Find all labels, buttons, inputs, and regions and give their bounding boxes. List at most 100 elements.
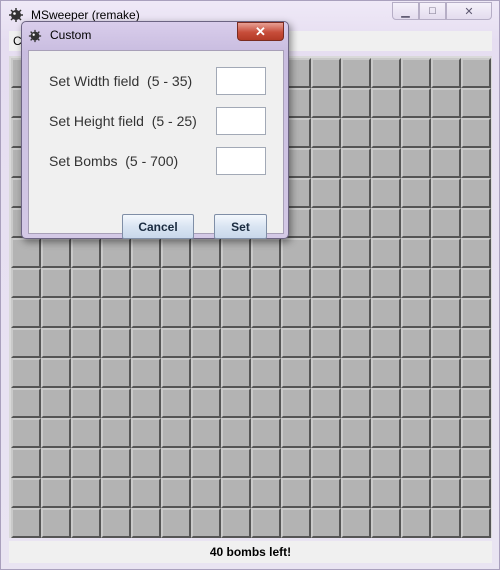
bombs-input[interactable] xyxy=(216,147,266,175)
minefield-cell[interactable] xyxy=(11,388,41,418)
minefield-cell[interactable] xyxy=(341,178,371,208)
minefield-cell[interactable] xyxy=(311,478,341,508)
minefield-cell[interactable] xyxy=(191,268,221,298)
minefield-cell[interactable] xyxy=(251,238,281,268)
minefield-cell[interactable] xyxy=(371,418,401,448)
minefield-cell[interactable] xyxy=(41,298,71,328)
minefield-cell[interactable] xyxy=(11,238,41,268)
minefield-cell[interactable] xyxy=(311,238,341,268)
minefield-cell[interactable] xyxy=(161,358,191,388)
minefield-cell[interactable] xyxy=(401,118,431,148)
minefield-cell[interactable] xyxy=(161,298,191,328)
minefield-cell[interactable] xyxy=(431,328,461,358)
minefield-cell[interactable] xyxy=(251,508,281,538)
minefield-cell[interactable] xyxy=(401,328,431,358)
minefield-cell[interactable] xyxy=(401,358,431,388)
minefield-cell[interactable] xyxy=(371,58,401,88)
minefield-cell[interactable] xyxy=(11,418,41,448)
minefield-cell[interactable] xyxy=(191,388,221,418)
minefield-cell[interactable] xyxy=(41,268,71,298)
minefield-cell[interactable] xyxy=(71,328,101,358)
minefield-cell[interactable] xyxy=(311,208,341,238)
minefield-cell[interactable] xyxy=(221,238,251,268)
minefield-cell[interactable] xyxy=(251,328,281,358)
minefield-cell[interactable] xyxy=(251,448,281,478)
minefield-cell[interactable] xyxy=(131,448,161,478)
minefield-cell[interactable] xyxy=(101,448,131,478)
minefield-cell[interactable] xyxy=(461,358,491,388)
minefield-cell[interactable] xyxy=(461,388,491,418)
minefield-cell[interactable] xyxy=(41,388,71,418)
minefield-cell[interactable] xyxy=(191,418,221,448)
minefield-cell[interactable] xyxy=(41,358,71,388)
minefield-cell[interactable] xyxy=(101,388,131,418)
minefield-cell[interactable] xyxy=(311,118,341,148)
minefield-cell[interactable] xyxy=(221,328,251,358)
minefield-cell[interactable] xyxy=(371,328,401,358)
minefield-cell[interactable] xyxy=(161,448,191,478)
minefield-cell[interactable] xyxy=(101,328,131,358)
minefield-cell[interactable] xyxy=(221,298,251,328)
minefield-cell[interactable] xyxy=(401,508,431,538)
minefield-cell[interactable] xyxy=(281,508,311,538)
minefield-cell[interactable] xyxy=(311,58,341,88)
minefield-cell[interactable] xyxy=(281,388,311,418)
minefield-cell[interactable] xyxy=(401,178,431,208)
minefield-cell[interactable] xyxy=(71,448,101,478)
minefield-cell[interactable] xyxy=(221,358,251,388)
minefield-cell[interactable] xyxy=(401,418,431,448)
minefield-cell[interactable] xyxy=(251,268,281,298)
minefield-cell[interactable] xyxy=(71,418,101,448)
dialog-close-button[interactable]: ✕ xyxy=(237,22,284,41)
minefield-cell[interactable] xyxy=(401,388,431,418)
minefield-cell[interactable] xyxy=(221,448,251,478)
minefield-cell[interactable] xyxy=(431,118,461,148)
minefield-cell[interactable] xyxy=(101,268,131,298)
minefield-cell[interactable] xyxy=(191,238,221,268)
minefield-cell[interactable] xyxy=(371,88,401,118)
minefield-cell[interactable] xyxy=(131,268,161,298)
minefield-cell[interactable] xyxy=(11,448,41,478)
minefield-cell[interactable] xyxy=(401,478,431,508)
minefield-cell[interactable] xyxy=(461,508,491,538)
set-button[interactable]: Set xyxy=(214,214,267,239)
minefield-cell[interactable] xyxy=(371,448,401,478)
minefield-cell[interactable] xyxy=(11,478,41,508)
minefield-cell[interactable] xyxy=(311,448,341,478)
minefield-cell[interactable] xyxy=(341,298,371,328)
minefield-cell[interactable] xyxy=(371,118,401,148)
minefield-cell[interactable] xyxy=(341,358,371,388)
minefield-cell[interactable] xyxy=(341,418,371,448)
minefield-cell[interactable] xyxy=(341,508,371,538)
minefield-cell[interactable] xyxy=(221,508,251,538)
minefield-cell[interactable] xyxy=(341,148,371,178)
minefield-cell[interactable] xyxy=(431,388,461,418)
minefield-cell[interactable] xyxy=(401,208,431,238)
minefield-cell[interactable] xyxy=(461,118,491,148)
minefield-cell[interactable] xyxy=(401,448,431,478)
minefield-cell[interactable] xyxy=(311,88,341,118)
minefield-cell[interactable] xyxy=(131,328,161,358)
minefield-cell[interactable] xyxy=(281,238,311,268)
minefield-cell[interactable] xyxy=(281,448,311,478)
minefield-cell[interactable] xyxy=(311,178,341,208)
minefield-cell[interactable] xyxy=(191,478,221,508)
minefield-cell[interactable] xyxy=(461,478,491,508)
minefield-cell[interactable] xyxy=(431,508,461,538)
minefield-cell[interactable] xyxy=(371,508,401,538)
minefield-cell[interactable] xyxy=(131,298,161,328)
minefield-cell[interactable] xyxy=(251,358,281,388)
minefield-cell[interactable] xyxy=(431,148,461,178)
minefield-cell[interactable] xyxy=(101,358,131,388)
minefield-cell[interactable] xyxy=(461,268,491,298)
minefield-cell[interactable] xyxy=(191,298,221,328)
minefield-cell[interactable] xyxy=(341,208,371,238)
minefield-cell[interactable] xyxy=(71,478,101,508)
minefield-cell[interactable] xyxy=(311,508,341,538)
minefield-cell[interactable] xyxy=(71,238,101,268)
minefield-cell[interactable] xyxy=(161,418,191,448)
minefield-cell[interactable] xyxy=(71,298,101,328)
minefield-cell[interactable] xyxy=(461,418,491,448)
minefield-cell[interactable] xyxy=(281,328,311,358)
minefield-cell[interactable] xyxy=(11,508,41,538)
